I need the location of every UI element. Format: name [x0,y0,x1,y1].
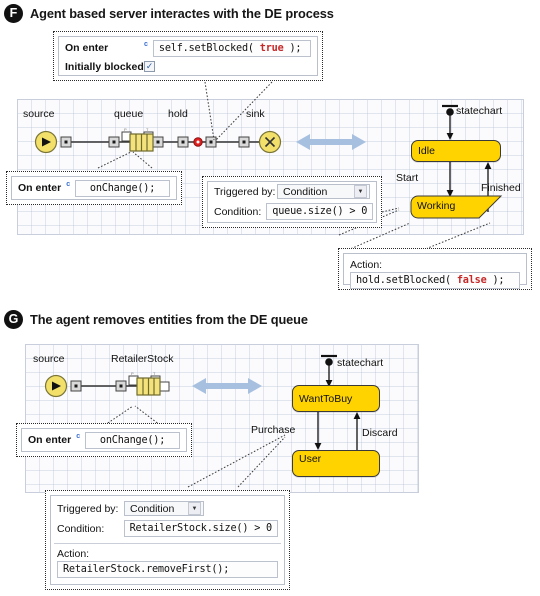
action-code-field[interactable]: RetailerStock.removeFirst(); [57,561,278,578]
queue-on-enter-code-field[interactable]: onChange(); [85,431,180,449]
row-triggered-by: Triggered by: Condition ▼ [208,182,376,201]
popup-f-hold-properties[interactable]: On enter c self.setBlocked( true ); Init… [53,31,323,81]
checkbox-checked-icon[interactable]: ✓ [144,61,155,72]
action-code-field[interactable]: hold.setBlocked( false ); [350,272,520,289]
triggered-by-label: Triggered by: [214,185,276,198]
initially-blocked-label: Initially blocked [65,60,144,73]
condition-field[interactable]: queue.size() > 0 [266,203,374,220]
popup-f-start-transition[interactable]: Triggered by: Condition ▼ Condition: que… [202,176,382,228]
section-f-title: Agent based server interactes with the D… [30,6,334,21]
triggered-by-label: Triggered by: [57,502,119,515]
section-g-badge: G [4,310,23,329]
row-action-code: hold.setBlocked( false ); [344,271,526,291]
code-plain-1: hold.setBlocked( [356,275,457,286]
popup-g-queue-properties[interactable]: On enter c onChange(); [16,423,192,457]
row-initially-blocked: Initially blocked ✓ [59,59,317,75]
section-g-heading: G The agent removes entities from the DE… [4,310,308,329]
row-condition: Condition: RetailerStock.size() > 0 [51,518,284,539]
c-code-marker-icon: c [66,180,71,188]
triggered-by-value: Condition [130,502,175,515]
condition-field[interactable]: RetailerStock.size() > 0 [123,520,278,537]
popup-f-finished-action[interactable]: Action: hold.setBlocked( false ); [338,248,532,290]
condition-label: Condition: [57,522,105,535]
row-on-enter: On enter c self.setBlocked( true ); [59,38,317,59]
triggered-by-select[interactable]: Condition ▼ [277,184,370,199]
chevron-down-icon[interactable]: ▼ [354,185,367,198]
row-action-label: Action: [344,257,526,271]
on-enter-code-field[interactable]: self.setBlocked( true ); [152,39,311,57]
queue-on-enter-code-field[interactable]: onChange(); [75,179,170,197]
on-enter-label: On enter [18,182,62,194]
action-label: Action: [57,548,90,560]
c-code-marker-icon: c [76,432,81,440]
chevron-down-icon[interactable]: ▼ [188,502,201,515]
row-triggered-by: Triggered by: Condition ▼ [51,499,284,518]
triggered-by-value: Condition [283,185,328,198]
row-condition: Condition: queue.size() > 0 [208,201,376,222]
check-glyph: ✓ [145,61,154,71]
c-code-marker-icon: c [144,40,148,48]
sheet-divider [54,543,281,544]
on-enter-label: On enter [28,434,72,446]
popup-f-queue-properties[interactable]: On enter c onChange(); [6,171,182,205]
popup-g-purchase-transition[interactable]: Triggered by: Condition ▼ Condition: Ret… [45,490,290,590]
row-action-label: Action: [51,546,284,560]
section-g-title: The agent removes entities from the DE q… [30,312,308,327]
row-on-enter: On enter c onChange(); [22,430,186,451]
on-enter-label: On enter [65,42,109,54]
action-label: Action: [350,259,383,271]
code-keyword: false [456,275,487,286]
code-plain-2: ); [283,42,302,54]
code-plain-1: self.setBlocked( [158,42,260,54]
row-action-code: RetailerStock.removeFirst(); [51,560,284,580]
code-keyword: true [259,42,284,54]
triggered-by-select[interactable]: Condition ▼ [124,501,204,516]
condition-label: Condition: [214,205,262,218]
code-plain-2: ); [486,275,505,286]
row-on-enter: On enter c onChange(); [12,178,176,199]
